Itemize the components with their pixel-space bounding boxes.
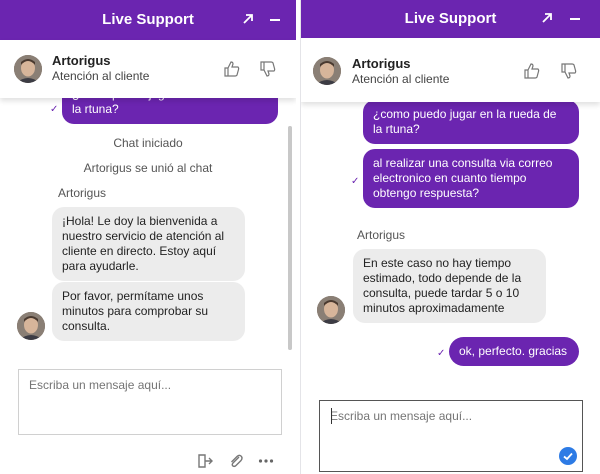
- header-title: Live Support: [404, 10, 497, 27]
- popout-arrow-icon[interactable]: [240, 11, 256, 27]
- send-check-icon[interactable]: [559, 447, 577, 465]
- agent-message: ¡Hola! Le doy la bienvenida a nuestro se…: [52, 207, 245, 281]
- minimize-icon[interactable]: [567, 10, 583, 26]
- delivered-check-icon: ✓: [351, 176, 360, 187]
- agent-name: Artorigus: [52, 53, 111, 68]
- chat-widget-left: Live Support Artorigus Atención al clien…: [0, 0, 296, 474]
- user-message: ok, perfecto. gracias: [449, 337, 579, 366]
- agent-bar: Artorigus Atención al cliente: [0, 40, 296, 98]
- attach-icon[interactable]: [227, 452, 245, 470]
- system-message: Chat iniciado: [113, 136, 183, 150]
- delivered-check-icon: ✓: [437, 348, 446, 359]
- text-caret: [331, 408, 332, 424]
- popout-arrow-icon[interactable]: [539, 10, 555, 26]
- scrollbar[interactable]: [288, 126, 292, 350]
- message-list[interactable]: ¿como puedo jugar en la rueda de la rtun…: [301, 102, 600, 392]
- chat-widget-right: Live Support Artorigus Atención al clien…: [300, 0, 600, 474]
- thumbs-down-icon[interactable]: [559, 61, 579, 81]
- user-message: al realizar una consulta via correo elec…: [363, 149, 579, 208]
- message-input[interactable]: [18, 369, 282, 435]
- sender-label: Artorigus: [357, 228, 406, 242]
- agent-name: Artorigus: [352, 56, 411, 71]
- message-list[interactable]: ✓ ¿como puedo jugar en la rueda de la rt…: [0, 98, 296, 360]
- agent-message: En este caso no hay tiempo estimado, tod…: [353, 249, 546, 323]
- avatar: [317, 296, 345, 324]
- avatar: [17, 312, 45, 340]
- message-input[interactable]: [319, 400, 583, 472]
- chat-header: Live Support: [301, 0, 600, 38]
- agent-message: Por favor, permítame unos minutos para c…: [52, 282, 245, 341]
- thumbs-up-icon[interactable]: [522, 61, 542, 81]
- sender-label: Artorigus: [58, 186, 107, 200]
- agent-bar: Artorigus Atención al cliente: [301, 38, 600, 102]
- user-message: ¿como puedo jugar en la rueda de la rtun…: [62, 98, 278, 124]
- avatar: [313, 57, 341, 85]
- thumbs-down-icon[interactable]: [258, 59, 278, 79]
- avatar: [14, 55, 42, 83]
- delivered-check-icon: ✓: [50, 104, 59, 115]
- end-chat-icon[interactable]: [196, 452, 214, 470]
- more-icon[interactable]: [257, 452, 275, 470]
- thumbs-up-icon[interactable]: [222, 59, 242, 79]
- agent-role: Atención al cliente: [52, 69, 150, 83]
- agent-role: Atención al cliente: [352, 72, 450, 86]
- chat-header: Live Support: [0, 0, 296, 40]
- minimize-icon[interactable]: [267, 11, 283, 27]
- system-message: Artorigus se unió al chat: [83, 161, 213, 175]
- user-message: ¿como puedo jugar en la rueda de la rtun…: [363, 102, 579, 144]
- scrollbar-thumb[interactable]: [288, 126, 292, 350]
